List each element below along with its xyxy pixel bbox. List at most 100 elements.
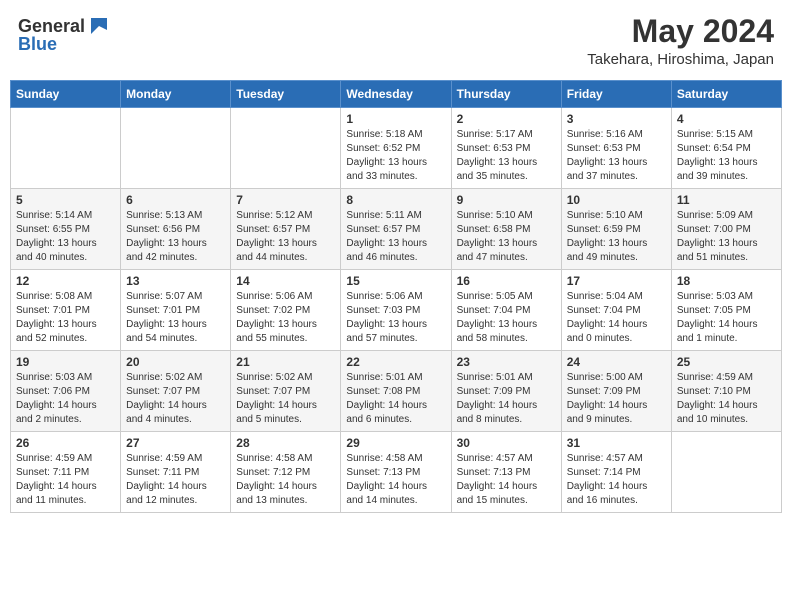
day-number: 25: [677, 355, 776, 369]
day-number: 10: [567, 193, 666, 207]
calendar-cell: 30 Sunrise: 4:57 AM Sunset: 7:13 PM Dayli…: [451, 432, 561, 513]
day-info: Sunrise: 5:02 AM Sunset: 7:07 PM Dayligh…: [236, 371, 335, 427]
calendar-cell: 9 Sunrise: 5:10 AM Sunset: 6:58 PM Daylig…: [451, 189, 561, 270]
weekday-header-friday: Friday: [561, 81, 671, 108]
calendar-cell: 14 Sunrise: 5:06 AM Sunset: 7:02 PM Dayli…: [231, 270, 341, 351]
weekday-header-tuesday: Tuesday: [231, 81, 341, 108]
weekday-header-wednesday: Wednesday: [341, 81, 451, 108]
day-info: Sunrise: 4:59 AM Sunset: 7:11 PM Dayligh…: [16, 452, 115, 508]
day-info: Sunrise: 5:01 AM Sunset: 7:08 PM Dayligh…: [346, 371, 445, 427]
calendar-cell: 18Sunrise: 5:03 AM Sunset: 7:05 PM Dayli…: [671, 270, 781, 351]
day-info: Sunrise: 5:07 AM Sunset: 7:01 PM Dayligh…: [126, 290, 225, 346]
calendar-cell: [231, 108, 341, 189]
day-number: 1: [346, 112, 445, 126]
calendar-cell: 13 Sunrise: 5:07 AM Sunset: 7:01 PM Dayli…: [121, 270, 231, 351]
day-number: 18: [677, 274, 776, 288]
calendar-cell: [671, 432, 781, 513]
day-number: 14: [236, 274, 335, 288]
day-info: Sunrise: 4:57 AM Sunset: 7:13 PM Dayligh…: [457, 452, 556, 508]
day-info: Sunrise: 5:14 AM Sunset: 6:55 PM Dayligh…: [16, 209, 115, 265]
calendar-cell: 10 Sunrise: 5:10 AM Sunset: 6:59 PM Dayli…: [561, 189, 671, 270]
day-info: Sunrise: 5:06 AM Sunset: 7:03 PM Dayligh…: [346, 290, 445, 346]
day-info: Sunrise: 5:15 AM Sunset: 6:54 PM Dayligh…: [677, 128, 776, 184]
day-number: 17: [567, 274, 666, 288]
day-number: 23: [457, 355, 556, 369]
calendar-cell: 29Sunrise: 4:58 AM Sunset: 7:13 PM Dayli…: [341, 432, 451, 513]
day-info: Sunrise: 5:18 AM Sunset: 6:52 PM Dayligh…: [346, 128, 445, 184]
weekday-header-sunday: Sunday: [11, 81, 121, 108]
weekday-header-row: SundayMondayTuesdayWednesdayThursdayFrid…: [11, 81, 782, 108]
day-info: Sunrise: 4:59 AM Sunset: 7:11 PM Dayligh…: [126, 452, 225, 508]
day-number: 3: [567, 112, 666, 126]
week-row-2: 12 Sunrise: 5:08 AM Sunset: 7:01 PM Dayli…: [11, 270, 782, 351]
calendar-cell: [121, 108, 231, 189]
day-info: Sunrise: 5:10 AM Sunset: 6:58 PM Dayligh…: [457, 209, 556, 265]
calendar-cell: 5Sunrise: 5:14 AM Sunset: 6:55 PM Daylig…: [11, 189, 121, 270]
day-info: Sunrise: 5:16 AM Sunset: 6:53 PM Dayligh…: [567, 128, 666, 184]
day-info: Sunrise: 5:08 AM Sunset: 7:01 PM Dayligh…: [16, 290, 115, 346]
calendar-cell: 7 Sunrise: 5:12 AM Sunset: 6:57 PM Daylig…: [231, 189, 341, 270]
day-info: Sunrise: 5:00 AM Sunset: 7:09 PM Dayligh…: [567, 371, 666, 427]
day-info: Sunrise: 5:09 AM Sunset: 7:00 PM Dayligh…: [677, 209, 776, 265]
day-number: 16: [457, 274, 556, 288]
day-number: 2: [457, 112, 556, 126]
day-number: 13: [126, 274, 225, 288]
day-info: Sunrise: 5:04 AM Sunset: 7:04 PM Dayligh…: [567, 290, 666, 346]
day-number: 12: [16, 274, 115, 288]
calendar-cell: 11 Sunrise: 5:09 AM Sunset: 7:00 PM Dayli…: [671, 189, 781, 270]
week-row-4: 26 Sunrise: 4:59 AM Sunset: 7:11 PM Dayli…: [11, 432, 782, 513]
day-info: Sunrise: 5:12 AM Sunset: 6:57 PM Dayligh…: [236, 209, 335, 265]
day-number: 15: [346, 274, 445, 288]
day-number: 22: [346, 355, 445, 369]
logo: General Blue: [18, 14, 111, 55]
calendar-cell: 20 Sunrise: 5:02 AM Sunset: 7:07 PM Dayli…: [121, 351, 231, 432]
day-info: Sunrise: 5:02 AM Sunset: 7:07 PM Dayligh…: [126, 371, 225, 427]
calendar-cell: 6Sunrise: 5:13 AM Sunset: 6:56 PM Daylig…: [121, 189, 231, 270]
day-number: 20: [126, 355, 225, 369]
calendar-cell: 25 Sunrise: 4:59 AM Sunset: 7:10 PM Dayli…: [671, 351, 781, 432]
day-info: Sunrise: 4:58 AM Sunset: 7:13 PM Dayligh…: [346, 452, 445, 508]
day-number: 31: [567, 436, 666, 450]
day-number: 26: [16, 436, 115, 450]
weekday-header-monday: Monday: [121, 81, 231, 108]
day-info: Sunrise: 5:03 AM Sunset: 7:06 PM Dayligh…: [16, 371, 115, 427]
calendar-cell: 26 Sunrise: 4:59 AM Sunset: 7:11 PM Dayli…: [11, 432, 121, 513]
location: Takehara, Hiroshima, Japan: [587, 51, 774, 68]
calendar-cell: 16 Sunrise: 5:05 AM Sunset: 7:04 PM Dayli…: [451, 270, 561, 351]
calendar-cell: 4Sunrise: 5:15 AM Sunset: 6:54 PM Daylig…: [671, 108, 781, 189]
day-number: 30: [457, 436, 556, 450]
calendar-cell: 27 Sunrise: 4:59 AM Sunset: 7:11 PM Dayli…: [121, 432, 231, 513]
calendar-table: SundayMondayTuesdayWednesdayThursdayFrid…: [10, 80, 782, 513]
day-info: Sunrise: 4:59 AM Sunset: 7:10 PM Dayligh…: [677, 371, 776, 427]
day-number: 7: [236, 193, 335, 207]
day-number: 9: [457, 193, 556, 207]
calendar-cell: [11, 108, 121, 189]
calendar-cell: 28 Sunrise: 4:58 AM Sunset: 7:12 PM Dayli…: [231, 432, 341, 513]
weekday-header-saturday: Saturday: [671, 81, 781, 108]
calendar-cell: 17 Sunrise: 5:04 AM Sunset: 7:04 PM Dayli…: [561, 270, 671, 351]
day-info: Sunrise: 5:10 AM Sunset: 6:59 PM Dayligh…: [567, 209, 666, 265]
calendar-cell: 1 Sunrise: 5:18 AM Sunset: 6:52 PM Daylig…: [341, 108, 451, 189]
calendar-cell: 8Sunrise: 5:11 AM Sunset: 6:57 PM Daylig…: [341, 189, 451, 270]
calendar-cell: 12 Sunrise: 5:08 AM Sunset: 7:01 PM Dayli…: [11, 270, 121, 351]
week-row-3: 19 Sunrise: 5:03 AM Sunset: 7:06 PM Dayli…: [11, 351, 782, 432]
day-number: 6: [126, 193, 225, 207]
calendar-cell: 15 Sunrise: 5:06 AM Sunset: 7:03 PM Dayli…: [341, 270, 451, 351]
day-number: 27: [126, 436, 225, 450]
week-row-0: 1 Sunrise: 5:18 AM Sunset: 6:52 PM Daylig…: [11, 108, 782, 189]
calendar-cell: 3 Sunrise: 5:16 AM Sunset: 6:53 PM Daylig…: [561, 108, 671, 189]
day-number: 24: [567, 355, 666, 369]
calendar-cell: 21Sunrise: 5:02 AM Sunset: 7:07 PM Dayli…: [231, 351, 341, 432]
calendar-cell: 24 Sunrise: 5:00 AM Sunset: 7:09 PM Dayli…: [561, 351, 671, 432]
calendar-cell: 19 Sunrise: 5:03 AM Sunset: 7:06 PM Dayli…: [11, 351, 121, 432]
calendar-cell: 31Sunrise: 4:57 AM Sunset: 7:14 PM Dayli…: [561, 432, 671, 513]
day-number: 11: [677, 193, 776, 207]
title-block: May 2024 Takehara, Hiroshima, Japan: [587, 14, 774, 68]
day-info: Sunrise: 5:06 AM Sunset: 7:02 PM Dayligh…: [236, 290, 335, 346]
day-info: Sunrise: 5:05 AM Sunset: 7:04 PM Dayligh…: [457, 290, 556, 346]
logo-blue: Blue: [18, 34, 57, 54]
day-number: 28: [236, 436, 335, 450]
day-number: 19: [16, 355, 115, 369]
day-info: Sunrise: 4:58 AM Sunset: 7:12 PM Dayligh…: [236, 452, 335, 508]
page-header: General Blue May 2024 Takehara, Hiroshim…: [10, 10, 782, 72]
